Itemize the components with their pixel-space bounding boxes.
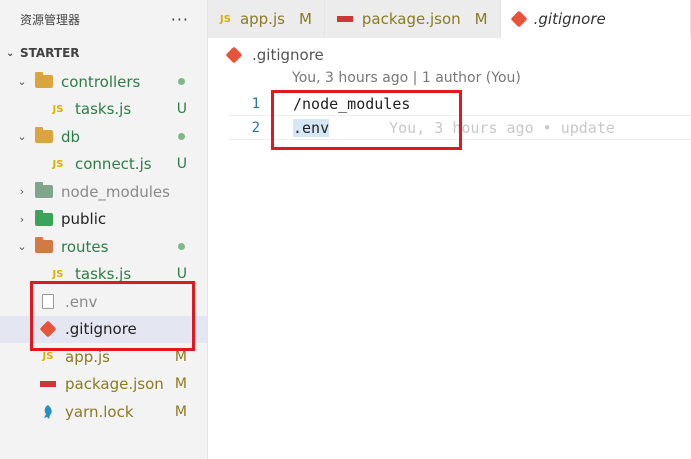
tree-item-label: public xyxy=(61,210,107,229)
npm-icon xyxy=(38,375,58,393)
chevron-down-icon: ⌄ xyxy=(6,47,15,59)
more-actions-icon[interactable]: ··· xyxy=(171,10,189,29)
code-line-1[interactable]: 1 /node_modules xyxy=(228,92,691,115)
inline-blame: You, 3 hours ago • update xyxy=(389,118,615,137)
file-icon xyxy=(38,293,58,311)
git-icon xyxy=(510,10,528,28)
tree-folder-routes[interactable]: ⌄ routes xyxy=(0,233,207,261)
git-icon xyxy=(38,320,58,338)
tree-file-app-js[interactable]: JS app.js M xyxy=(0,343,207,371)
tree-item-label: connect.js xyxy=(75,155,152,174)
tab-gitignore[interactable]: .gitignore xyxy=(500,0,691,38)
tree-item-label: .gitignore xyxy=(65,320,137,339)
modified-badge: M xyxy=(174,376,187,393)
untracked-badge: U xyxy=(176,266,187,283)
git-icon xyxy=(225,46,243,64)
controllers-folder-icon xyxy=(34,72,54,91)
tree-folder-node-modules[interactable]: › node_modules xyxy=(0,178,207,206)
routes-folder-icon xyxy=(34,237,54,256)
chevron-right-icon: › xyxy=(19,185,25,199)
tree-item-label: controllers xyxy=(61,72,141,91)
chevron-down-icon: ⌄ xyxy=(17,75,27,89)
untracked-badge: U xyxy=(176,101,187,118)
workspace-section[interactable]: ⌄ STARTER xyxy=(0,38,207,68)
tab-label: app.js xyxy=(239,10,285,28)
tree-file-package-json[interactable]: package.json M xyxy=(0,371,207,399)
tree-file-db-connect[interactable]: JS connect.js U xyxy=(0,151,207,179)
git-blame-codelens[interactable]: You, 3 hours ago | 1 author (You) xyxy=(292,70,521,86)
untracked-badge: U xyxy=(176,156,187,173)
db-folder-icon xyxy=(34,127,54,146)
line-number: 2 xyxy=(251,119,260,136)
breadcrumb-file: .gitignore xyxy=(252,46,324,64)
tab-label: .gitignore xyxy=(533,10,606,28)
js-file-icon: JS xyxy=(52,268,64,280)
modified-badge: M xyxy=(174,348,187,365)
chevron-down-icon: ⌄ xyxy=(17,130,27,144)
line-text: .env xyxy=(293,118,330,137)
tree-item-label: tasks.js xyxy=(75,100,132,119)
js-file-icon: JS xyxy=(52,103,64,115)
npm-icon xyxy=(336,16,353,22)
tree-folder-controllers[interactable]: ⌄ controllers xyxy=(0,68,207,96)
editor-tabs: JS app.js M package.json M .gitignore xyxy=(208,0,691,38)
tree-file-yarn-lock[interactable]: yarn.lock M xyxy=(0,398,207,426)
tab-app-js[interactable]: JS app.js M xyxy=(208,0,325,38)
modified-badge: M xyxy=(474,10,488,28)
yarn-icon xyxy=(38,403,58,421)
modified-badge: M xyxy=(298,10,312,28)
workspace-name: STARTER xyxy=(20,46,80,60)
tab-package-json[interactable]: package.json M xyxy=(324,0,501,38)
explorer-title: 资源管理器 xyxy=(20,12,81,27)
code-line-2[interactable]: 2 .env You, 3 hours ago • update xyxy=(228,115,691,140)
node-modules-folder-icon xyxy=(34,182,54,201)
tree-folder-db[interactable]: ⌄ db xyxy=(0,123,207,151)
tree-item-label: db xyxy=(61,127,81,146)
chevron-right-icon: › xyxy=(19,212,25,226)
tree-file-gitignore[interactable]: .gitignore xyxy=(0,315,207,343)
tree-item-label: tasks.js xyxy=(75,265,132,284)
js-file-icon: JS xyxy=(52,158,64,170)
explorer-sidebar: 资源管理器 ··· ⌄ STARTER ⌄ controllers JS tas… xyxy=(0,0,208,459)
modified-badge: M xyxy=(174,403,187,420)
tree-item-label: .env xyxy=(65,292,98,311)
public-folder-icon xyxy=(34,209,54,228)
tree-file-env[interactable]: .env xyxy=(0,288,207,316)
tree-file-controllers-tasks[interactable]: JS tasks.js U xyxy=(0,96,207,124)
explorer-header: 资源管理器 ··· xyxy=(0,0,207,38)
js-file-icon: JS xyxy=(220,13,231,25)
tree-item-label: routes xyxy=(61,237,109,256)
tree-folder-public[interactable]: › public xyxy=(0,206,207,234)
chevron-down-icon: ⌄ xyxy=(17,240,27,254)
breadcrumb[interactable]: .gitignore xyxy=(225,44,324,66)
js-file-icon: JS xyxy=(42,351,54,363)
tree-item-label: node_modules xyxy=(61,182,170,201)
line-text: /node_modules xyxy=(293,94,411,113)
line-number: 1 xyxy=(251,95,260,112)
tree-file-routes-tasks[interactable]: JS tasks.js U xyxy=(0,261,207,289)
tab-label: package.json xyxy=(361,10,461,28)
